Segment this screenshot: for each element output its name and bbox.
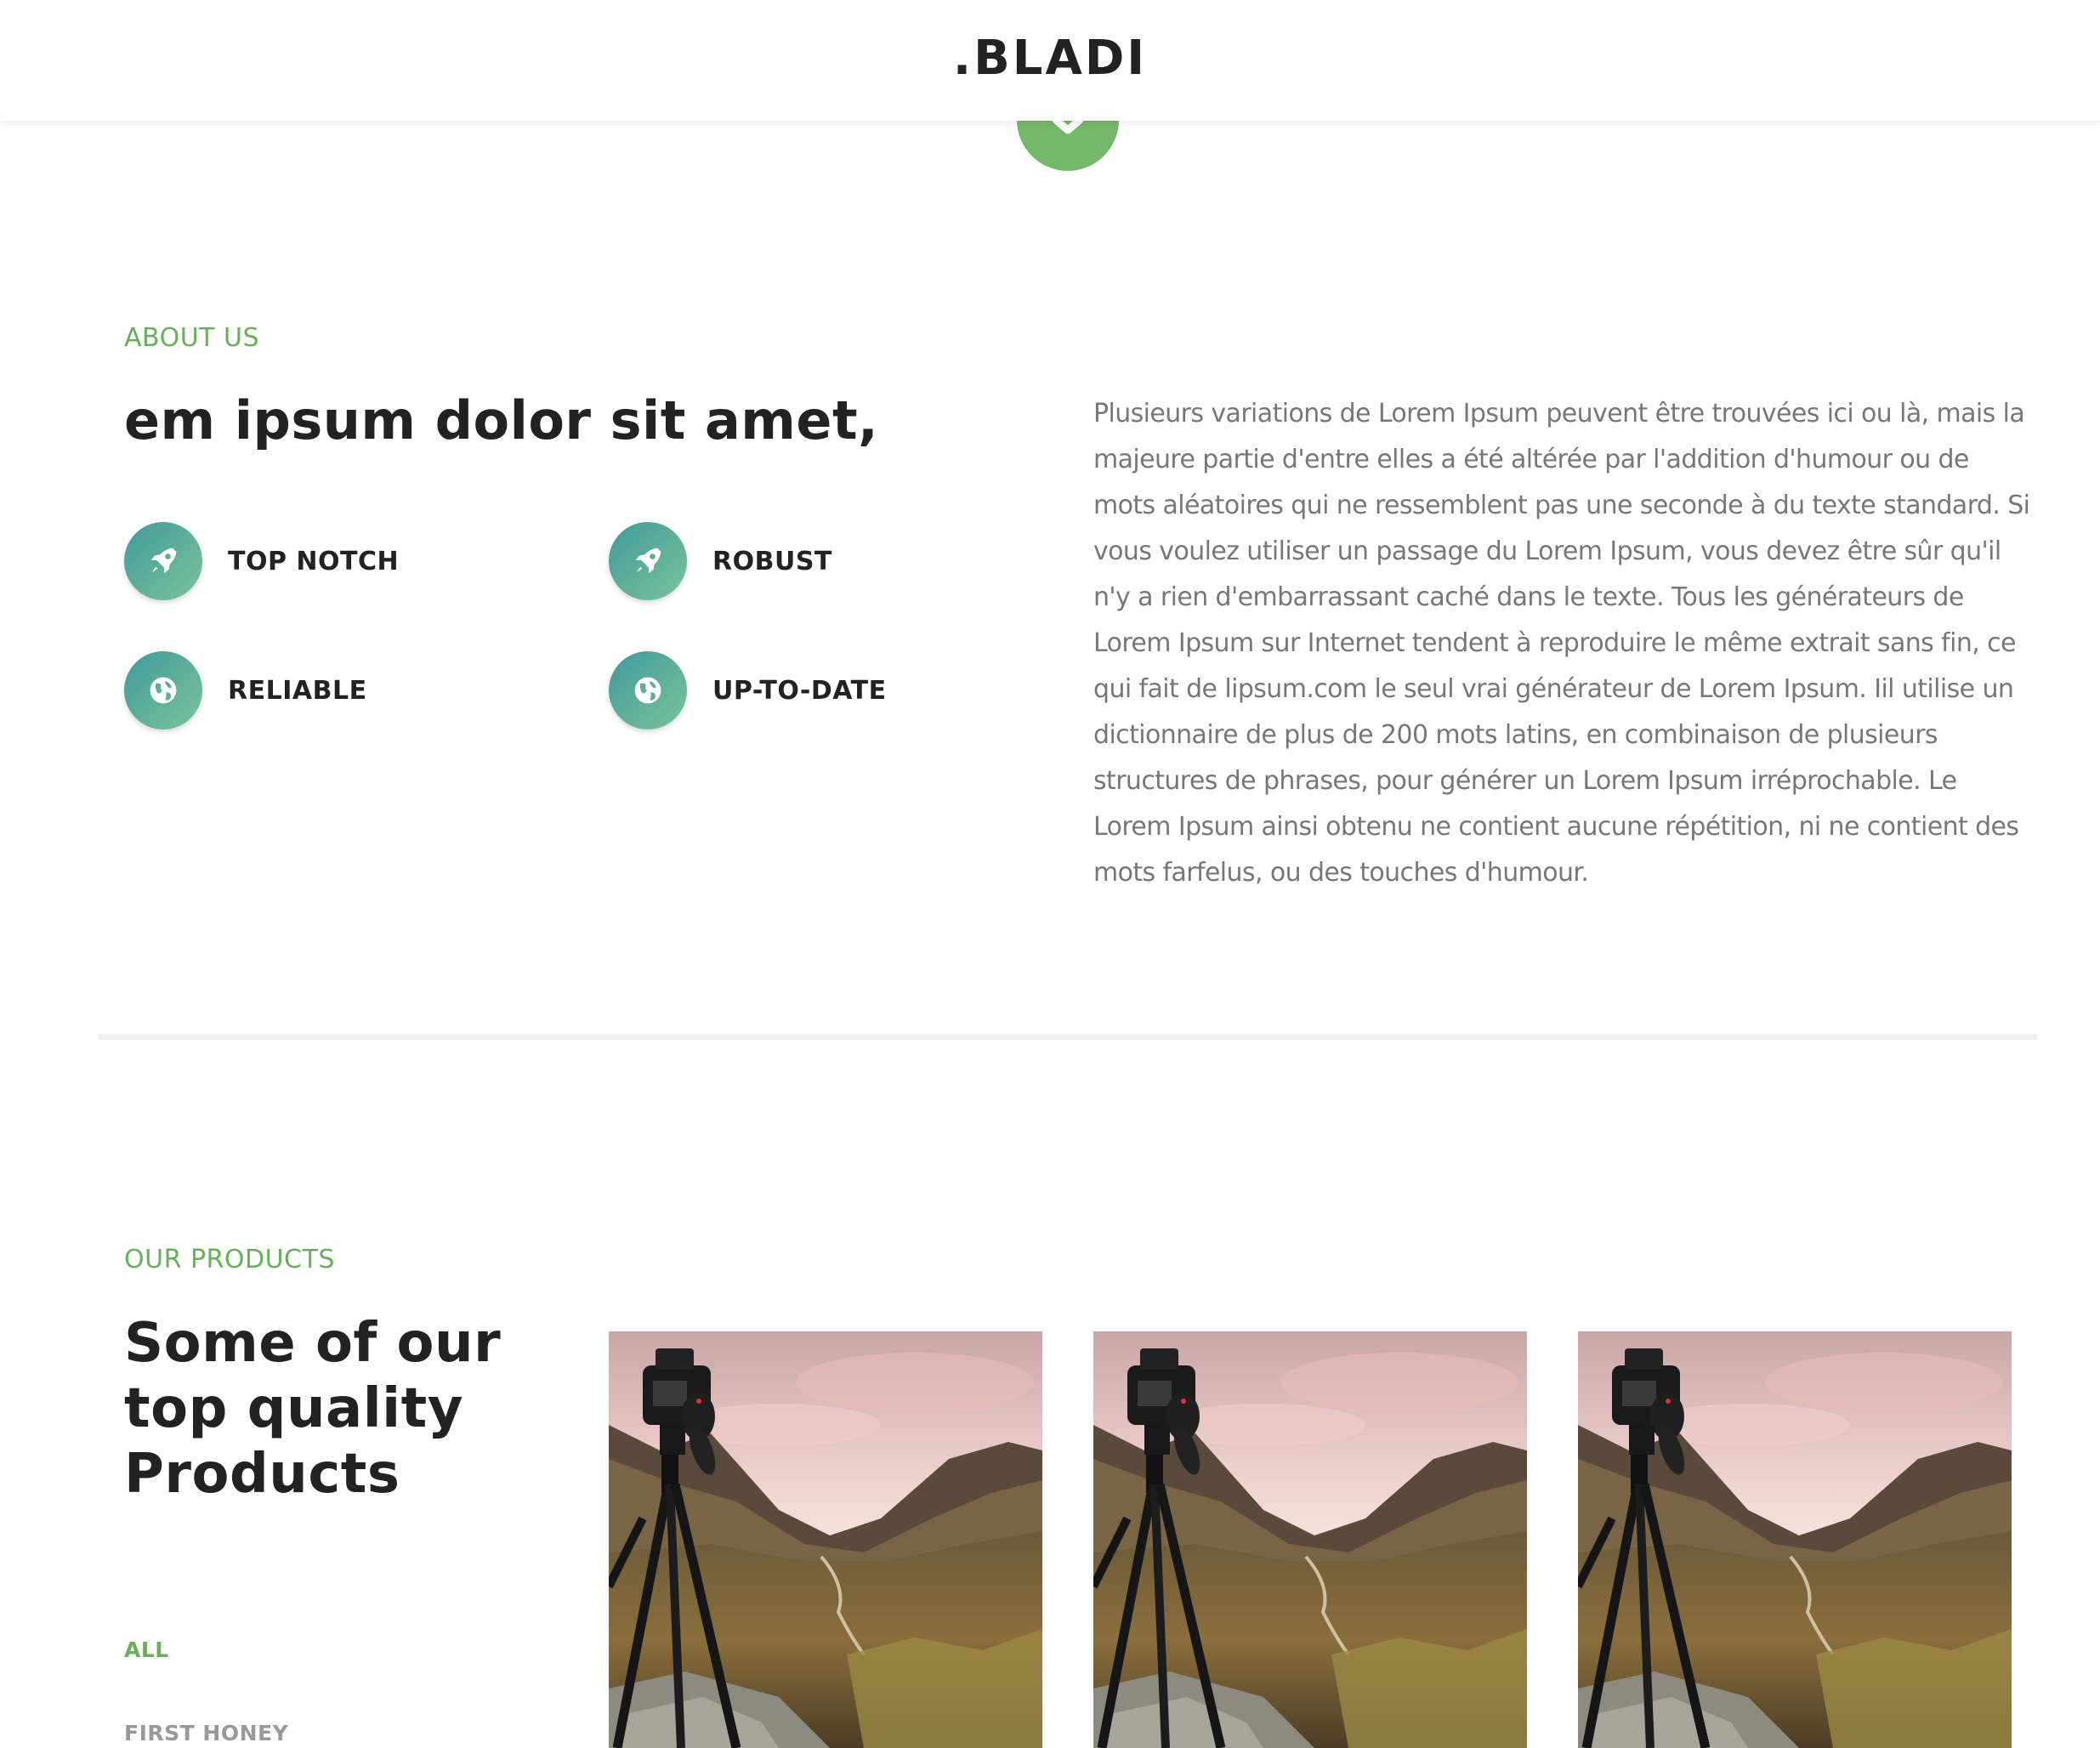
about-title: em ipsum dolor sit amet, [124,389,879,451]
product-image [609,1331,1042,1748]
products-title: Some of our top quality Products [124,1312,502,1506]
site-header: .BLADI [0,0,2100,121]
product-card[interactable] [1093,1331,1527,1748]
products-section-label: OUR PRODUCTS [124,1245,335,1274]
feature-reliable: RELIABLE [124,651,367,729]
rocket-icon [124,522,202,600]
rocket-icon [609,522,687,600]
feature-top-notch: TOP NOTCH [124,522,399,600]
section-divider [99,1034,2037,1040]
product-card[interactable] [1578,1331,2012,1748]
feature-label: ROBUST [712,546,832,576]
feature-robust: ROBUST [609,522,832,600]
product-image [1578,1331,2012,1748]
feature-label: RELIABLE [228,675,367,706]
globe-icon [609,651,687,729]
globe-icon [124,651,202,729]
filter-all[interactable]: ALL [124,1637,169,1662]
feature-label: TOP NOTCH [228,546,400,576]
product-image [1093,1331,1527,1748]
feature-up-to-date: UP-TO-DATE [609,651,887,729]
about-description: Plusieurs variations de Lorem Ipsum peuv… [1093,399,2030,888]
product-card[interactable] [609,1331,1042,1748]
site-logo[interactable]: .BLADI [953,31,1147,86]
about-section-label: ABOUT US [124,323,260,353]
filter-first-honey[interactable]: FIRST HONEY [124,1721,288,1745]
feature-label: UP-TO-DATE [712,675,887,706]
